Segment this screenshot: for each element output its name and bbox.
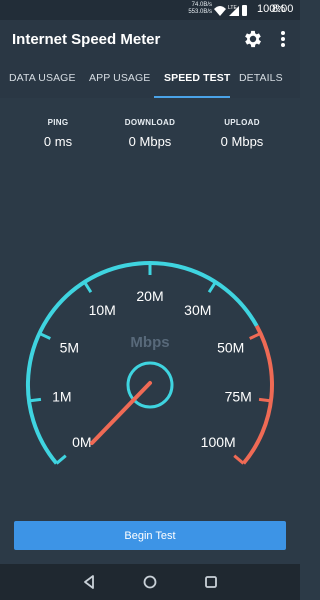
speed-stats: PING 0 ms DOWNLOAD 0 Mbps UPLOAD 0 Mbps	[0, 118, 300, 158]
gauge-tick-label: 75M	[225, 389, 252, 405]
upload-label: UPLOAD	[224, 118, 260, 127]
upload-value: 0 Mbps	[220, 134, 264, 149]
gauge-tick-label: 20M	[136, 288, 163, 304]
overflow-menu-icon[interactable]	[276, 28, 290, 50]
tab-details[interactable]: DETAILS	[239, 72, 283, 84]
ping-stat: PING 0 ms	[13, 118, 103, 149]
gauge-tick-mark	[28, 397, 42, 403]
gauge-tick-mark	[258, 397, 272, 403]
gauge-tick-mark	[207, 281, 217, 294]
gauge-tick-label: 1M	[52, 389, 71, 405]
gauge-tick-mark	[233, 454, 245, 465]
ping-label: PING	[47, 118, 69, 127]
gear-icon[interactable]	[242, 28, 264, 50]
tab-bar: DATA USAGE APP USAGE SPEED TEST DETAILS	[0, 58, 300, 98]
gauge-tick-label: 30M	[184, 302, 211, 318]
download-stat: DOWNLOAD 0 Mbps	[105, 118, 195, 149]
navigation-bar	[0, 564, 300, 600]
back-icon[interactable]	[80, 573, 98, 591]
tab-app-usage[interactable]: APP USAGE	[89, 72, 150, 84]
gauge-tick-label: 10M	[89, 302, 116, 318]
app-bar: Internet Speed Meter	[0, 20, 300, 58]
tab-speed-test[interactable]: SPEED TEST	[164, 72, 230, 84]
tab-data-usage[interactable]: DATA USAGE	[9, 72, 76, 84]
net-up-speed: 74.0B/s	[191, 2, 212, 8]
gauge-tick-label: 0M	[72, 434, 91, 450]
net-down-speed: 553.0B/s	[188, 9, 212, 15]
gauge-tick-label: 5M	[60, 339, 79, 355]
gauge-tick-label: 100M	[201, 434, 236, 450]
wifi-icon	[214, 6, 226, 16]
active-tab-indicator	[154, 96, 230, 98]
network-speed-indicator: 74.0B/s 553.0B/s	[172, 2, 212, 16]
ping-value: 0 ms	[43, 134, 73, 149]
gauge-tick-mark	[249, 332, 262, 340]
clock: 8:00	[272, 3, 294, 15]
recents-icon[interactable]	[202, 573, 220, 591]
status-icons: LTE	[214, 5, 247, 16]
download-value: 0 Mbps	[128, 134, 172, 149]
status-bar: 74.0B/s 553.0B/s LTE 100% 8:00	[0, 0, 300, 20]
begin-test-button[interactable]: Begin Test	[14, 521, 286, 550]
battery-icon	[242, 5, 247, 16]
download-label: DOWNLOAD	[124, 118, 176, 127]
gauge-needle	[90, 381, 152, 445]
gauge-unit-label: Mbps	[130, 334, 169, 351]
gauge-tick-mark	[83, 281, 93, 294]
home-icon[interactable]	[141, 573, 159, 591]
gauge-tick-mark	[55, 454, 67, 465]
gauge-tick-mark	[38, 332, 51, 340]
upload-stat: UPLOAD 0 Mbps	[197, 118, 287, 149]
app-title: Internet Speed Meter	[12, 31, 161, 48]
speedometer-gauge: 0M 1M 5M 10M 20M 30M 50M 75M 100M Mbps	[26, 261, 274, 465]
gauge-tick-label: 50M	[217, 339, 244, 355]
